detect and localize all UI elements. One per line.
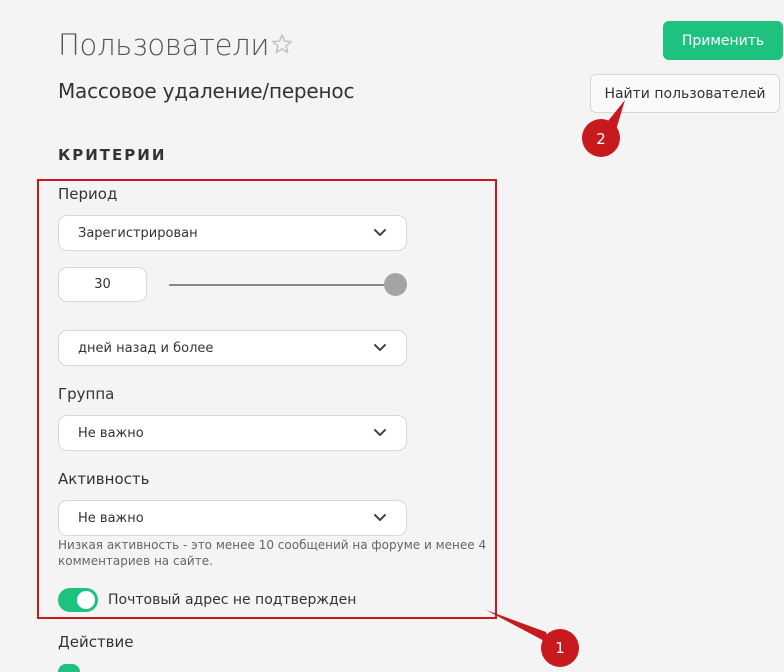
activity-hint: Низкая активность - это менее 10 сообщен…	[58, 538, 487, 568]
days-slider-track[interactable]	[169, 284, 395, 286]
chevron-down-icon	[374, 229, 386, 236]
period-select[interactable]: Зарегистрирован	[58, 215, 407, 251]
period-select-value: Зарегистрирован	[78, 225, 198, 241]
annotation-badge-2: 2	[596, 130, 606, 148]
star-icon[interactable]	[270, 32, 294, 56]
activity-select[interactable]: Не важно	[58, 500, 407, 536]
email-unconfirmed-toggle[interactable]	[58, 588, 98, 612]
annotation-badge-1: 1	[555, 639, 565, 657]
action-toggle[interactable]	[58, 664, 80, 672]
chevron-down-icon	[374, 429, 386, 436]
days-slider-thumb[interactable]	[384, 273, 407, 296]
activity-select-value: Не важно	[78, 510, 144, 526]
annotation-callout-2	[582, 100, 625, 157]
email-unconfirmed-label: Почтовый адрес не подтвержден	[108, 592, 357, 608]
activity-label: Активность	[58, 470, 150, 488]
group-select[interactable]: Не важно	[58, 415, 407, 451]
days-select[interactable]: дней назад и более	[58, 330, 407, 366]
action-label: Действие	[58, 633, 134, 651]
chevron-down-icon	[374, 344, 386, 351]
criteria-heading: КРИТЕРИИ	[58, 146, 167, 164]
toggle-knob	[77, 591, 95, 609]
group-label: Группа	[58, 385, 115, 403]
days-input[interactable]	[58, 267, 147, 302]
page-subtitle: Массовое удаление/перенос	[58, 79, 355, 103]
chevron-down-icon	[374, 514, 386, 521]
days-select-value: дней назад и более	[78, 340, 214, 356]
apply-button[interactable]: Применить	[663, 21, 783, 60]
annotation-callout-1	[486, 610, 579, 667]
period-label: Период	[58, 185, 118, 203]
group-select-value: Не важно	[78, 425, 144, 441]
page-title: Пользователи	[58, 28, 270, 62]
